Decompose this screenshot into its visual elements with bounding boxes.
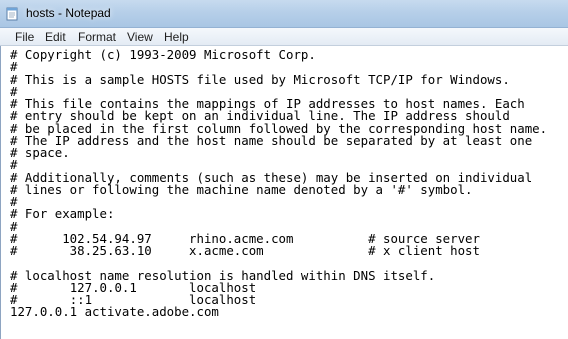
menu-bar: File Edit Format View Help bbox=[0, 28, 568, 46]
window-title: hosts - Notepad bbox=[26, 6, 111, 20]
document-text[interactable]: # Copyright (c) 1993-2009 Microsoft Corp… bbox=[10, 48, 547, 319]
menu-edit[interactable]: Edit bbox=[45, 29, 66, 45]
menu-format[interactable]: Format bbox=[78, 29, 116, 45]
notepad-window: hosts - Notepad File Edit Format View He… bbox=[0, 0, 568, 339]
notepad-icon[interactable] bbox=[5, 7, 19, 21]
title-bar[interactable]: hosts - Notepad bbox=[0, 0, 568, 28]
menu-view[interactable]: View bbox=[127, 29, 153, 45]
text-editor-area[interactable]: # Copyright (c) 1993-2009 Microsoft Corp… bbox=[0, 46, 568, 339]
menu-help[interactable]: Help bbox=[164, 29, 189, 45]
menu-file[interactable]: File bbox=[15, 29, 34, 45]
